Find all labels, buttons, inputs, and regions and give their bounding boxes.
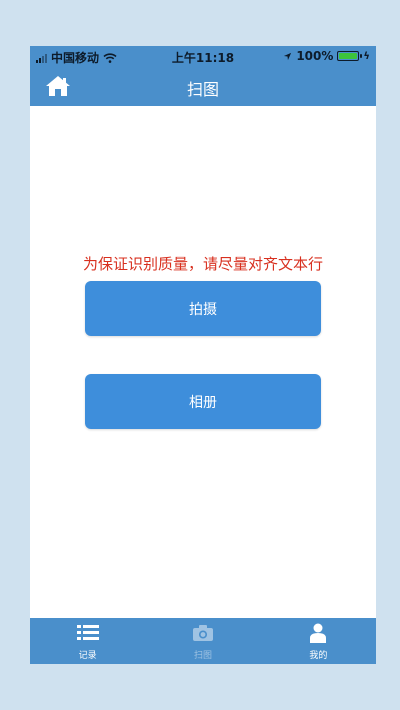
main-content: 为保证识别质量，请尽量对齐文本行 拍摄 相册	[30, 106, 376, 618]
battery-icon	[337, 51, 363, 61]
battery-fill	[339, 53, 358, 59]
tab-profile[interactable]: 我的	[261, 618, 376, 664]
tab-records[interactable]: 记录	[30, 618, 145, 664]
tab-label: 记录	[78, 651, 97, 661]
tab-label: 我的	[309, 651, 328, 661]
phone-screen: 中国移动 上午11:18 100% ϟ 扫图 为保证识别质量，请尽量对齐文本行 …	[30, 46, 376, 664]
status-right: 100% ϟ	[283, 49, 370, 63]
camera-icon	[192, 622, 214, 644]
album-button[interactable]: 相册	[85, 374, 321, 429]
charging-icon: ϟ	[363, 50, 370, 62]
page-title: 扫图	[186, 80, 219, 99]
alignment-hint: 为保证识别质量，请尽量对齐文本行	[82, 255, 323, 273]
user-icon	[307, 622, 329, 644]
location-arrow-icon	[284, 52, 292, 60]
tab-label: 扫图	[193, 651, 212, 661]
list-icon	[76, 622, 99, 644]
shoot-button[interactable]: 拍摄	[85, 281, 321, 336]
tab-bar: 记录 扫图 我的	[30, 618, 376, 664]
tab-scan[interactable]: 扫图	[145, 618, 260, 664]
status-bar: 中国移动 上午11:18 100% ϟ	[30, 46, 376, 66]
battery-percent: 100%	[296, 49, 334, 63]
nav-bar: 扫图	[30, 66, 376, 106]
